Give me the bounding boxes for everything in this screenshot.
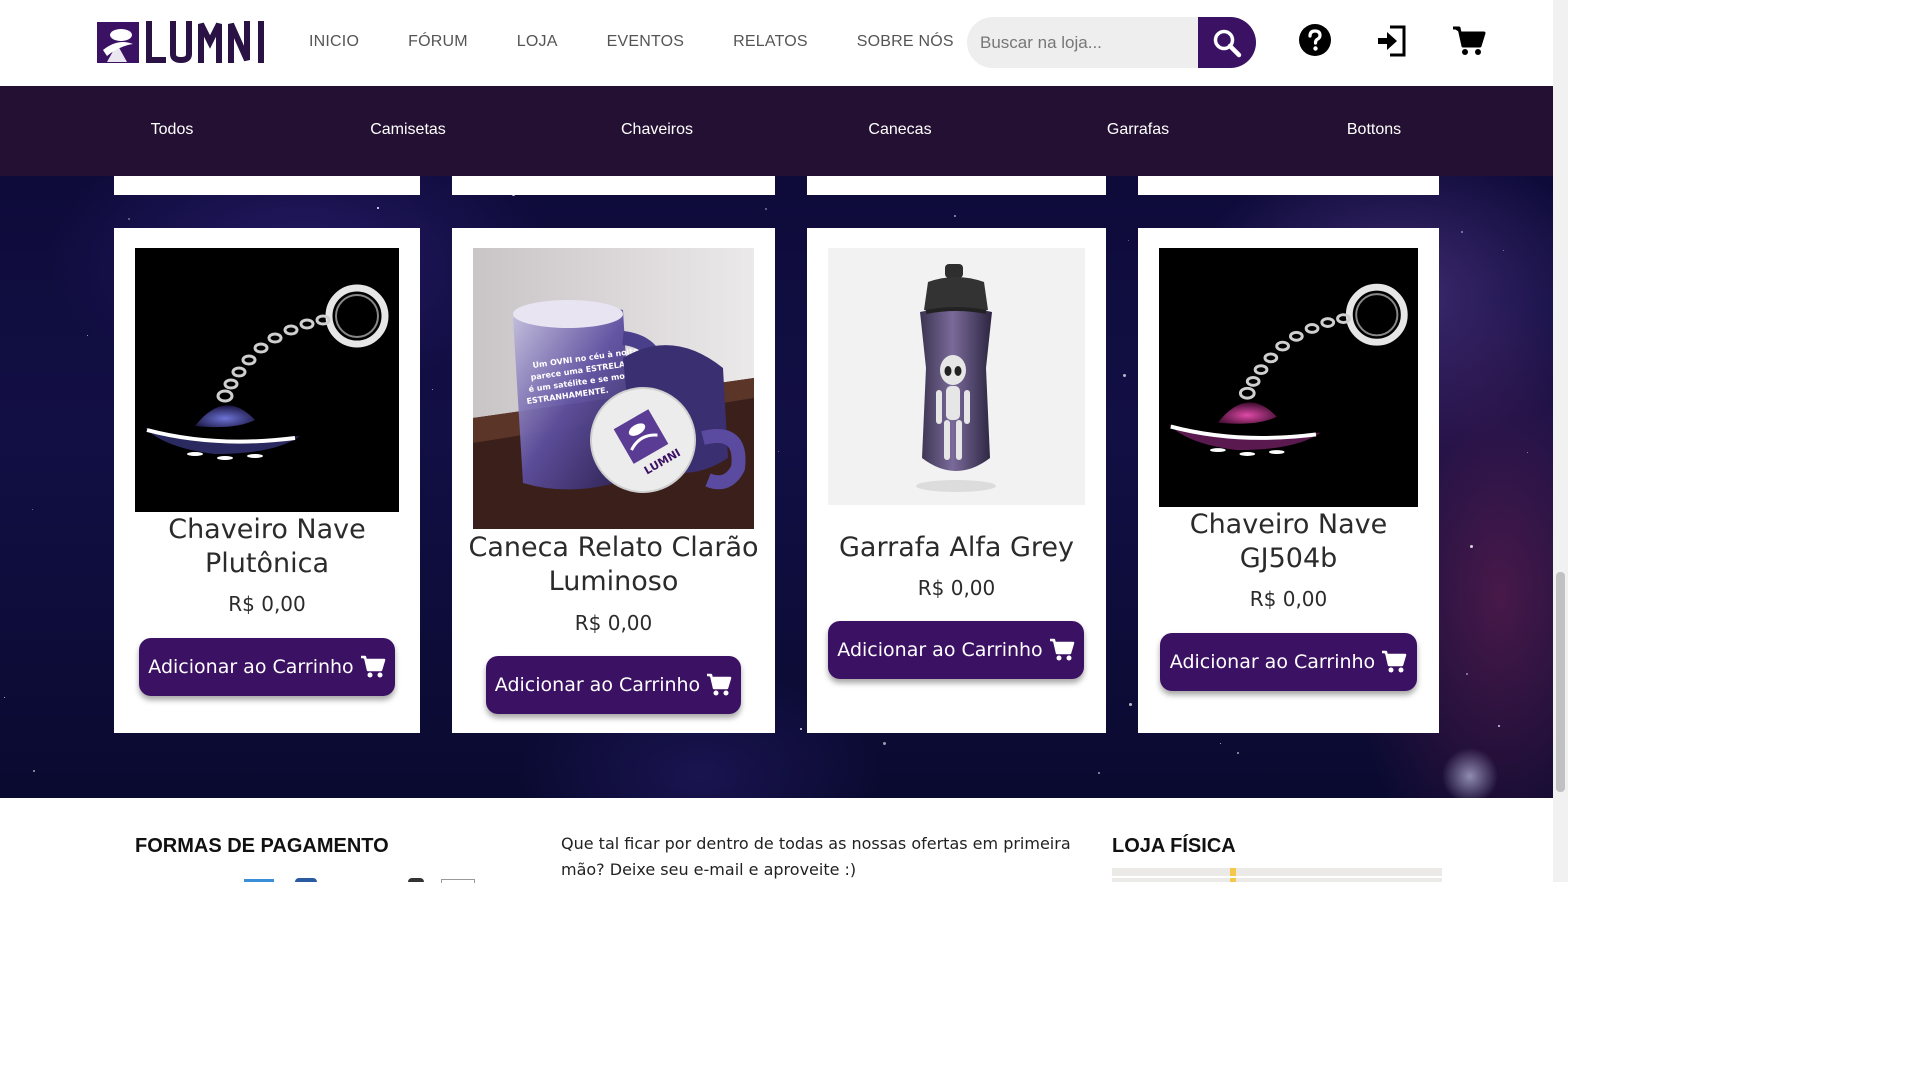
product-card: Chaveiro Nave Plutônica R$ 0,00 Adiciona…	[114, 228, 420, 733]
category-bottons[interactable]: Bottons	[1347, 121, 1401, 139]
nav-relatos[interactable]: RELATOS	[733, 33, 808, 51]
product-price: R$ 0,00	[917, 576, 996, 600]
payment-icon	[441, 879, 475, 883]
product-name[interactable]: Caneca Relato Clarão Luminoso	[452, 531, 775, 599]
product-image-bottle-alien[interactable]	[828, 248, 1085, 505]
star	[765, 208, 767, 210]
category-canecas[interactable]: Canecas	[868, 121, 931, 139]
category-chaveiros[interactable]: Chaveiros	[621, 121, 693, 139]
search-icon	[1213, 29, 1242, 57]
nav-forum[interactable]: FÓRUM	[408, 33, 468, 51]
product-card: Um OVNI no céu à noite parece uma ESTREL…	[452, 228, 775, 733]
lumni-logo[interactable]	[97, 20, 269, 65]
star	[1466, 673, 1468, 675]
product-price: R$ 0,00	[574, 611, 653, 635]
site-header: INICIO FÓRUM LOJA EVENTOS RELATOS SOBRE …	[0, 0, 1553, 86]
nav-eventos[interactable]: EVENTOS	[607, 33, 685, 51]
star	[1129, 703, 1132, 706]
search-button[interactable]	[1198, 17, 1256, 68]
nav-sobre-nos[interactable]: SOBRE NÓS	[857, 33, 954, 51]
star	[1123, 374, 1126, 377]
scrollbar-thumb[interactable]	[1556, 572, 1565, 792]
product-card-partial	[452, 176, 775, 195]
payment-icon	[295, 878, 317, 882]
nav-inicio[interactable]: INICIO	[309, 33, 359, 51]
product-image-ufo-keychain-blue[interactable]	[135, 248, 399, 512]
search-box	[967, 17, 1256, 68]
physical-store-title: LOJA FÍSICA	[1112, 835, 1236, 857]
help-icon[interactable]	[1298, 23, 1332, 57]
product-image-mug[interactable]: Um OVNI no céu à noite parece uma ESTREL…	[473, 248, 754, 529]
payment-methods-title: FORMAS DE PAGAMENTO	[135, 835, 389, 857]
add-to-cart-button[interactable]: Adicionar ao Carrinho	[828, 621, 1084, 679]
payment-icon	[244, 879, 274, 882]
star	[883, 742, 886, 745]
cart-icon	[1382, 650, 1407, 673]
product-card-partial	[807, 176, 1106, 195]
star	[778, 451, 779, 452]
category-camisetas[interactable]: Camisetas	[370, 121, 446, 139]
newsletter-text-line: mão? Deixe seu e-mail e aproveite :)	[561, 860, 857, 879]
login-icon[interactable]	[1376, 24, 1408, 58]
star	[1498, 725, 1500, 727]
star	[1237, 752, 1239, 754]
product-card: Garrafa Alfa Grey R$ 0,00 Adicionar ao C…	[807, 228, 1106, 733]
store-map[interactable]	[1112, 868, 1442, 882]
product-name[interactable]: Garrafa Alfa Grey	[807, 531, 1106, 565]
add-to-cart-label: Adicionar ao Carrinho	[148, 656, 354, 678]
cart-icon	[360, 655, 385, 678]
star	[1527, 452, 1528, 453]
add-to-cart-label: Adicionar ao Carrinho	[837, 639, 1043, 661]
add-to-cart-label: Adicionar ao Carrinho	[494, 674, 701, 696]
main-nav: INICIO FÓRUM LOJA EVENTOS RELATOS SOBRE …	[309, 33, 1003, 51]
star	[33, 770, 35, 772]
product-name[interactable]: Chaveiro Nave Plutônica	[114, 513, 420, 581]
star	[32, 509, 33, 510]
star	[128, 218, 130, 220]
add-to-cart-button[interactable]: Adicionar ao Carrinho	[1160, 633, 1417, 691]
page-scrollbar[interactable]	[1553, 0, 1568, 882]
product-card: Chaveiro Nave GJ504b R$ 0,00 Adicionar a…	[1138, 228, 1439, 733]
product-price: R$ 0,00	[1249, 587, 1328, 611]
star	[1220, 743, 1221, 744]
add-to-cart-button[interactable]: Adicionar ao Carrinho	[139, 638, 395, 696]
search-input[interactable]	[967, 17, 1198, 68]
product-name[interactable]: Chaveiro Nave GJ504b	[1138, 508, 1439, 576]
cart-icon[interactable]	[1452, 25, 1486, 57]
add-to-cart-button[interactable]: Adicionar ao Carrinho	[486, 656, 741, 714]
category-todos[interactable]: Todos	[151, 121, 194, 139]
cart-icon	[707, 673, 732, 696]
star	[1503, 250, 1504, 251]
product-image-ufo-keychain-pink[interactable]	[1159, 248, 1418, 507]
product-price: R$ 0,00	[228, 592, 306, 616]
star	[87, 335, 88, 336]
star	[954, 215, 956, 217]
product-card-partial	[1138, 176, 1439, 195]
nav-loja[interactable]: LOJA	[517, 33, 558, 51]
payment-icon	[408, 878, 424, 882]
category-garrafas[interactable]: Garrafas	[1107, 121, 1169, 139]
product-card-partial	[114, 176, 420, 195]
category-bar: Todos Camisetas Chaveiros Canecas Garraf…	[0, 86, 1553, 176]
star	[1128, 240, 1129, 241]
star	[377, 207, 379, 209]
star	[1461, 231, 1463, 233]
site-footer: FORMAS DE PAGAMENTO Que tal ficar por de…	[0, 798, 1553, 883]
cart-icon	[1049, 638, 1074, 661]
star	[1098, 772, 1100, 774]
add-to-cart-label: Adicionar ao Carrinho	[1169, 651, 1376, 673]
newsletter-text-line: Que tal ficar por dentro de todas as nos…	[561, 834, 1071, 853]
star	[4, 697, 5, 698]
star	[432, 389, 433, 390]
newsletter-text: Que tal ficar por dentro de todas as nos…	[561, 831, 1071, 883]
star	[1470, 545, 1473, 548]
star	[800, 728, 802, 730]
